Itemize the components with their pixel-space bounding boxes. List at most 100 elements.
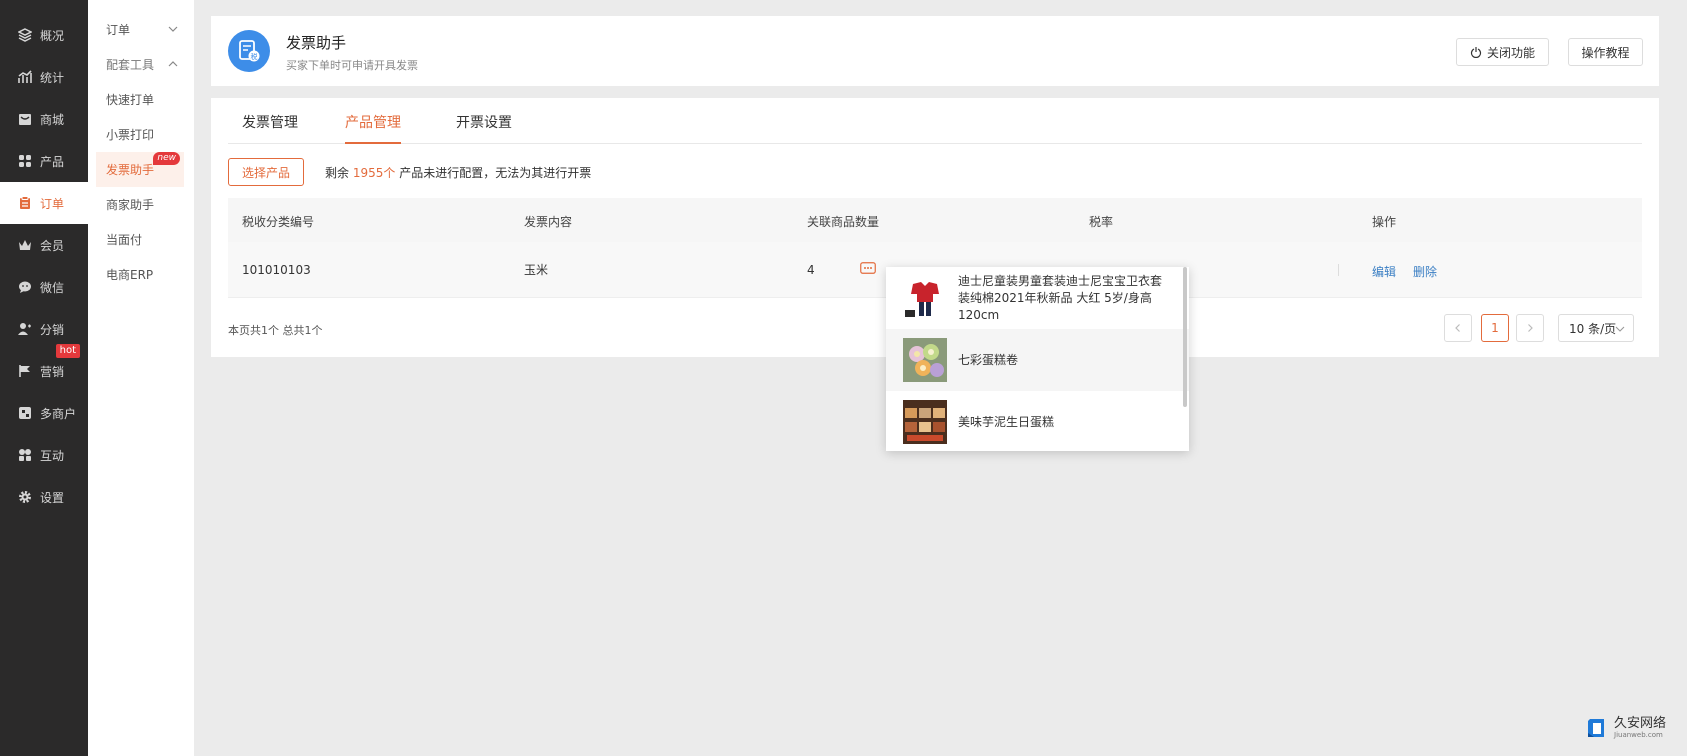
- submenu-item-receipt-print[interactable]: 小票打印: [88, 117, 184, 152]
- close-feature-label: 关闭功能: [1486, 45, 1535, 60]
- column-header: 发票内容: [524, 215, 573, 229]
- delete-link[interactable]: 删除: [1413, 263, 1437, 280]
- watermark-text: 久安网络 Jiuanweb.com: [1614, 715, 1667, 740]
- list-item[interactable]: 七彩蛋糕卷: [886, 329, 1189, 391]
- sidebar-item-label: 互动: [40, 448, 65, 463]
- select-product-button[interactable]: 选择产品: [228, 158, 304, 186]
- sidebar-item-interact[interactable]: 互动: [0, 434, 88, 476]
- distribution-icon: [18, 322, 32, 336]
- submenu-item-erp[interactable]: 电商ERP: [88, 257, 184, 292]
- sidebar-item-wechat[interactable]: 微信: [0, 266, 88, 308]
- more-dots-icon[interactable]: [860, 262, 876, 274]
- tax-code-cell: 101010103: [242, 263, 311, 277]
- watermark-sub: Jiuanweb.com: [1614, 730, 1663, 739]
- store-icon: [18, 112, 32, 126]
- svg-text:税: 税: [251, 52, 258, 61]
- submenu-group-tools[interactable]: 配套工具: [88, 47, 184, 82]
- page-size-select[interactable]: 10 条/页: [1558, 314, 1634, 342]
- submenu-label: 快速打单: [106, 93, 155, 107]
- page-size-value: 10 条/页: [1569, 321, 1617, 336]
- next-page-button[interactable]: [1516, 314, 1544, 342]
- watermark: 久安网络 Jiuanweb.com: [1584, 716, 1666, 740]
- sidebar-item-store[interactable]: 商城: [0, 98, 88, 140]
- product-title: 七彩蛋糕卷: [958, 352, 1019, 367]
- invoice-app-logo: 税: [228, 30, 270, 72]
- cake-roll-thumb: [903, 338, 947, 382]
- power-icon: [1470, 47, 1482, 58]
- column-header: 税率: [1089, 215, 1114, 229]
- popover-scrollbar[interactable]: [1183, 267, 1187, 407]
- submenu-label: 当面付: [106, 233, 143, 247]
- sidebar-item-label: 多商户: [40, 406, 77, 421]
- sidebar-item-label: 微信: [40, 280, 65, 295]
- sidebar-item-products[interactable]: 产品: [0, 140, 88, 182]
- sidebar-item-label: 产品: [40, 154, 65, 169]
- merchant-icon: [18, 406, 32, 420]
- gear-icon: [18, 490, 32, 504]
- sidebar-item-settings[interactable]: 设置: [0, 476, 88, 518]
- tutorial-button[interactable]: 操作教程: [1568, 38, 1643, 66]
- hot-badge: hot: [55, 344, 80, 358]
- invoice-content-cell: 玉米: [524, 263, 549, 277]
- flag-icon: [18, 364, 32, 378]
- submenu-label: 订单: [106, 23, 131, 37]
- submenu-label: 配套工具: [106, 58, 155, 72]
- sidebar-item-label: 营销: [40, 364, 65, 379]
- chevron-down-icon: [1615, 326, 1625, 332]
- invoice-icon: 税: [239, 40, 260, 62]
- tab-invoice-management[interactable]: 发票管理: [242, 112, 298, 144]
- list-item[interactable]: 迪士尼童装男童套装迪士尼宝宝卫衣套装纯棉2021年秋新品 大红 5岁/身高120…: [886, 267, 1189, 329]
- remaining-notice: 剩余 1955个 产品未进行配置，无法为其进行开票: [325, 164, 591, 181]
- linked-products-popover: 迪士尼童装男童套装迪士尼宝宝卫衣套装纯棉2021年秋新品 大红 5岁/身高120…: [886, 267, 1189, 451]
- sidebar-item-label: 商城: [40, 112, 65, 127]
- submenu-item-invoice-assistant[interactable]: 发票助手 new: [96, 152, 184, 187]
- submenu-item-quick-print[interactable]: 快速打单: [88, 82, 184, 117]
- tab-bar: 发票管理 产品管理 开票设置: [228, 98, 1642, 144]
- secondary-menu: 订单 配套工具 快速打单 小票打印 发票助手 new 商家助手 当面付 电商ER…: [88, 0, 194, 756]
- sidebar-item-members[interactable]: 会员: [0, 224, 88, 266]
- interact-icon: [18, 448, 32, 462]
- sidebar-item-overview[interactable]: 概况: [0, 14, 88, 56]
- watermark-logo-icon: [1588, 719, 1604, 737]
- submenu-item-face-pay[interactable]: 当面付: [88, 222, 184, 257]
- page-subtitle: 买家下单时可申请开具发票: [286, 59, 418, 72]
- tab-invoice-settings[interactable]: 开票设置: [456, 112, 512, 144]
- edit-link[interactable]: 编辑: [1372, 263, 1396, 280]
- product-title: 美味芋泥生日蛋糕: [958, 414, 1055, 429]
- sidebar-item-label: 会员: [40, 238, 65, 253]
- remain-prefix: 剩余: [325, 166, 350, 180]
- chevron-left-icon: [1455, 324, 1460, 332]
- chevron-down-icon: [168, 26, 178, 32]
- order-icon: [18, 196, 32, 210]
- taro-cake-thumb: [903, 400, 947, 444]
- sidebar-item-marketing[interactable]: hot 营销: [0, 344, 88, 392]
- sidebar-item-multi-merchant[interactable]: 多商户: [0, 392, 88, 434]
- crown-icon: [18, 238, 32, 252]
- clothes-thumb: [903, 276, 947, 320]
- submenu-label: 发票助手: [106, 163, 155, 177]
- sidebar-item-stats[interactable]: 统计: [0, 56, 88, 98]
- chevron-up-icon: [168, 61, 178, 67]
- page-number-button[interactable]: 1: [1481, 314, 1509, 342]
- sidebar-item-orders[interactable]: 订单: [0, 182, 88, 224]
- watermark-main: 久安网络: [1614, 715, 1667, 731]
- submenu-label: 电商ERP: [106, 268, 154, 282]
- submenu-label: 商家助手: [106, 198, 155, 212]
- submenu-group-orders[interactable]: 订单: [88, 12, 184, 47]
- stats-icon: [18, 70, 32, 84]
- submenu-label: 小票打印: [106, 128, 155, 142]
- list-item[interactable]: 美味芋泥生日蛋糕: [886, 391, 1189, 451]
- column-header: 操作: [1372, 215, 1397, 229]
- action-divider: [1338, 264, 1339, 276]
- tab-product-management[interactable]: 产品管理: [345, 112, 401, 144]
- chevron-right-icon: [1528, 324, 1533, 332]
- page-title: 发票助手: [286, 34, 347, 52]
- submenu-item-merchant-assistant[interactable]: 商家助手: [88, 187, 184, 222]
- sidebar-item-label: 统计: [40, 70, 65, 85]
- prev-page-button[interactable]: [1444, 314, 1472, 342]
- close-feature-button[interactable]: 关闭功能: [1456, 38, 1549, 66]
- column-header: 关联商品数量: [807, 215, 880, 229]
- sidebar-item-label: 设置: [40, 490, 65, 505]
- wechat-icon: [18, 280, 32, 294]
- new-badge: new: [153, 152, 180, 165]
